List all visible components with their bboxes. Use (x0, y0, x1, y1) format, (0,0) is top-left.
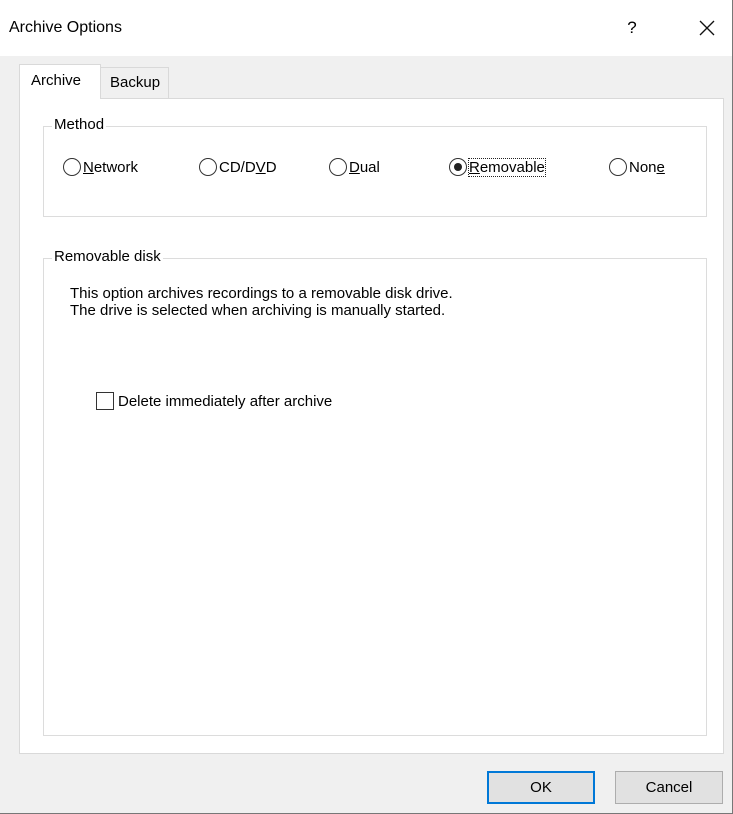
removable-description: This option archives recordings to a rem… (70, 285, 453, 319)
close-icon (699, 20, 715, 36)
delete-after-archive-checkbox[interactable]: Delete immediately after archive (96, 392, 332, 410)
tab-archive-label: Archive (31, 72, 82, 89)
title-bar: Archive Options ? (0, 0, 732, 56)
radio-dual-label: Dual (349, 158, 380, 176)
radio-none-circle (609, 158, 627, 176)
cancel-button[interactable]: Cancel (615, 771, 723, 804)
radio-none[interactable]: None (609, 158, 665, 176)
description-line-1: This option archives recordings to a rem… (70, 285, 453, 302)
radio-cd-dvd-circle (199, 158, 217, 176)
method-legend: Method (52, 116, 107, 133)
dialog-title: Archive Options (9, 19, 122, 36)
tab-archive[interactable]: Archive (19, 64, 101, 99)
tab-backup[interactable]: Backup (100, 67, 169, 99)
close-button[interactable] (693, 14, 721, 42)
ok-button[interactable]: OK (487, 771, 595, 804)
removable-disk-legend: Removable disk (52, 248, 163, 265)
archive-tab-panel: Method Network CD/DVD Dual Removable Non… (19, 98, 724, 754)
checkbox-box (96, 392, 114, 410)
tab-backup-label: Backup (110, 74, 161, 91)
delete-after-archive-label: Delete immediately after archive (118, 392, 333, 410)
radio-dual-circle (329, 158, 347, 176)
archive-options-dialog: Archive Options ? Archive Backup Method … (0, 0, 733, 814)
radio-cd-dvd-label: CD/DVD (219, 158, 277, 176)
radio-removable[interactable]: Removable (449, 157, 546, 177)
radio-removable-circle (449, 158, 467, 176)
radio-network[interactable]: Network (63, 158, 138, 176)
radio-network-circle (63, 158, 81, 176)
radio-dual[interactable]: Dual (329, 158, 380, 176)
radio-cd-dvd[interactable]: CD/DVD (199, 158, 277, 176)
method-group: Method Network CD/DVD Dual Removable Non… (43, 116, 707, 217)
help-button[interactable]: ? (618, 14, 646, 42)
radio-removable-label: Removable (468, 157, 546, 177)
removable-disk-group: Removable disk This option archives reco… (43, 248, 707, 736)
radio-network-label: Network (83, 158, 139, 176)
radio-none-label: None (629, 158, 665, 176)
description-line-2: The drive is selected when archiving is … (70, 302, 446, 319)
